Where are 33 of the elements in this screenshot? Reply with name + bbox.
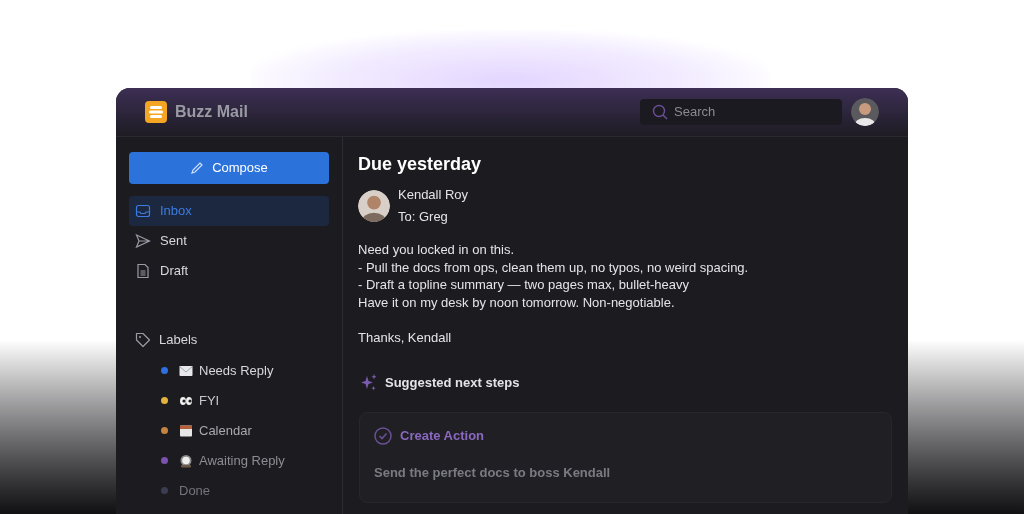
calendar-icon xyxy=(179,423,193,438)
suggestions-heading: Suggested next steps xyxy=(385,373,520,392)
nav-item[interactable]: Draft xyxy=(129,256,329,286)
label-item[interactable]: Awaiting Reply xyxy=(199,450,285,471)
label-item[interactable]: Done xyxy=(179,480,211,501)
task-title: Send the perfect docs to boss Kendall xyxy=(374,463,612,482)
label-item[interactable]: FYI xyxy=(199,390,220,411)
clock-icon xyxy=(179,453,193,468)
tag-icon xyxy=(135,331,151,348)
search-icon xyxy=(652,104,668,120)
compose-button[interactable]: Compose xyxy=(129,152,329,184)
label-item[interactable]: Needs Reply xyxy=(199,360,274,381)
nav-item[interactable]: Inbox xyxy=(129,196,329,226)
document-icon xyxy=(135,263,151,279)
email-signoff: Thanks, Kendall xyxy=(358,329,453,347)
logo-icon xyxy=(145,101,167,123)
sparkle-icon xyxy=(360,373,378,392)
recipient: To: Greg xyxy=(398,208,449,226)
check-circle-icon xyxy=(374,426,392,445)
search-field[interactable]: Search xyxy=(640,99,842,125)
sender-name: Kendall Roy xyxy=(398,186,469,204)
create-action-button[interactable]: Create Action xyxy=(400,426,485,446)
send-icon xyxy=(135,233,151,249)
label-item[interactable]: Calendar xyxy=(199,420,252,441)
envelope-icon xyxy=(179,363,193,378)
email-body: Need you locked in on this. - Pull the docs from ops, clean them up, no typos, no weird spacing. - Draft a topline summary — two pages max, bullet-heavy Have it on my desk by noon tomorrow. Non-negotiable. xyxy=(358,241,750,311)
nav-item[interactable]: Sent xyxy=(129,226,329,256)
email-subject: Due yesterday xyxy=(358,153,483,176)
pencil-icon xyxy=(190,161,205,175)
inbox-icon xyxy=(135,203,151,219)
search-input[interactable]: Search xyxy=(674,102,824,122)
labels-heading: Labels xyxy=(159,331,198,349)
app-name: Buzz Mail xyxy=(175,102,248,122)
